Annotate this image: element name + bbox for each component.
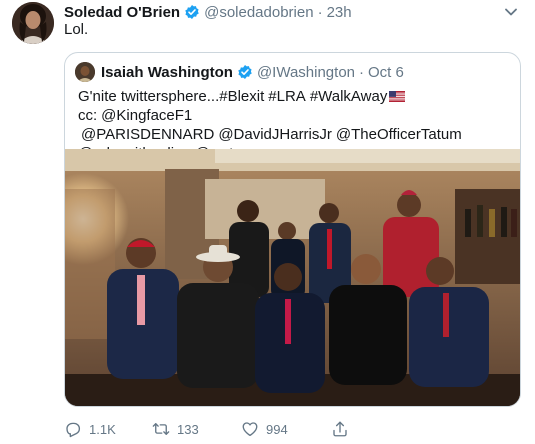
quoted-text-intro: G'nite twittersphere...#Blexit — [78, 88, 265, 105]
tweet-timestamp[interactable]: 23h — [327, 4, 352, 21]
quoted-tweet[interactable]: Isaiah Washington @IWashington · Oct 6 G… — [64, 52, 521, 407]
retweet-icon — [152, 423, 170, 435]
tweet-header: Soledad O'Brien @soledadobrien · 23h — [64, 2, 352, 22]
quoted-author-name[interactable]: Isaiah Washington — [101, 64, 233, 81]
retweet-button[interactable]: 133 — [152, 418, 199, 440]
heart-icon — [242, 422, 258, 437]
mention-kingfacef1[interactable]: @KingfaceF1 — [101, 107, 192, 124]
tweet-text: Lol. — [64, 21, 89, 38]
mention-davidjharrisjr[interactable]: @DavidJHarrisJr — [218, 126, 332, 143]
reply-icon — [66, 422, 81, 438]
like-button[interactable]: 994 — [241, 418, 288, 440]
quoted-text-cc: cc: — [78, 107, 98, 124]
quoted-tweet-timestamp[interactable]: Oct 6 — [368, 64, 404, 81]
verified-badge-icon — [237, 64, 253, 80]
tweet[interactable]: Soledad O'Brien @soledadobrien · 23h Lol… — [0, 0, 535, 444]
author-name[interactable]: Soledad O'Brien — [64, 4, 180, 21]
mention-theofficertatum[interactable]: @TheOfficerTatum — [336, 126, 462, 143]
quoted-header-separator: · — [359, 63, 365, 81]
verified-badge-icon — [184, 4, 200, 20]
chevron-down-icon[interactable] — [503, 4, 519, 20]
hashtag-lra[interactable]: #LRA — [268, 88, 306, 105]
quoted-author-avatar[interactable] — [75, 62, 95, 82]
author-handle[interactable]: @soledadobrien — [204, 4, 313, 21]
like-count: 994 — [266, 421, 288, 437]
reply-count: 1.1K — [89, 421, 116, 437]
quoted-author-handle[interactable]: @IWashington — [257, 64, 355, 81]
mention-parisdennard[interactable]: @PARISDENNARD — [81, 126, 214, 143]
header-separator: · — [317, 3, 323, 21]
reply-button[interactable]: 1.1K — [64, 418, 116, 440]
hashtag-walkaway[interactable]: #WalkAway — [310, 88, 388, 105]
quoted-tweet-header: Isaiah Washington @IWashington · Oct 6 — [75, 61, 404, 83]
author-avatar[interactable] — [12, 2, 54, 44]
share-button[interactable] — [331, 418, 356, 440]
share-icon — [333, 421, 347, 437]
us-flag-icon — [389, 88, 406, 102]
retweet-count: 133 — [177, 421, 199, 437]
quoted-tweet-photo[interactable] — [65, 149, 520, 406]
